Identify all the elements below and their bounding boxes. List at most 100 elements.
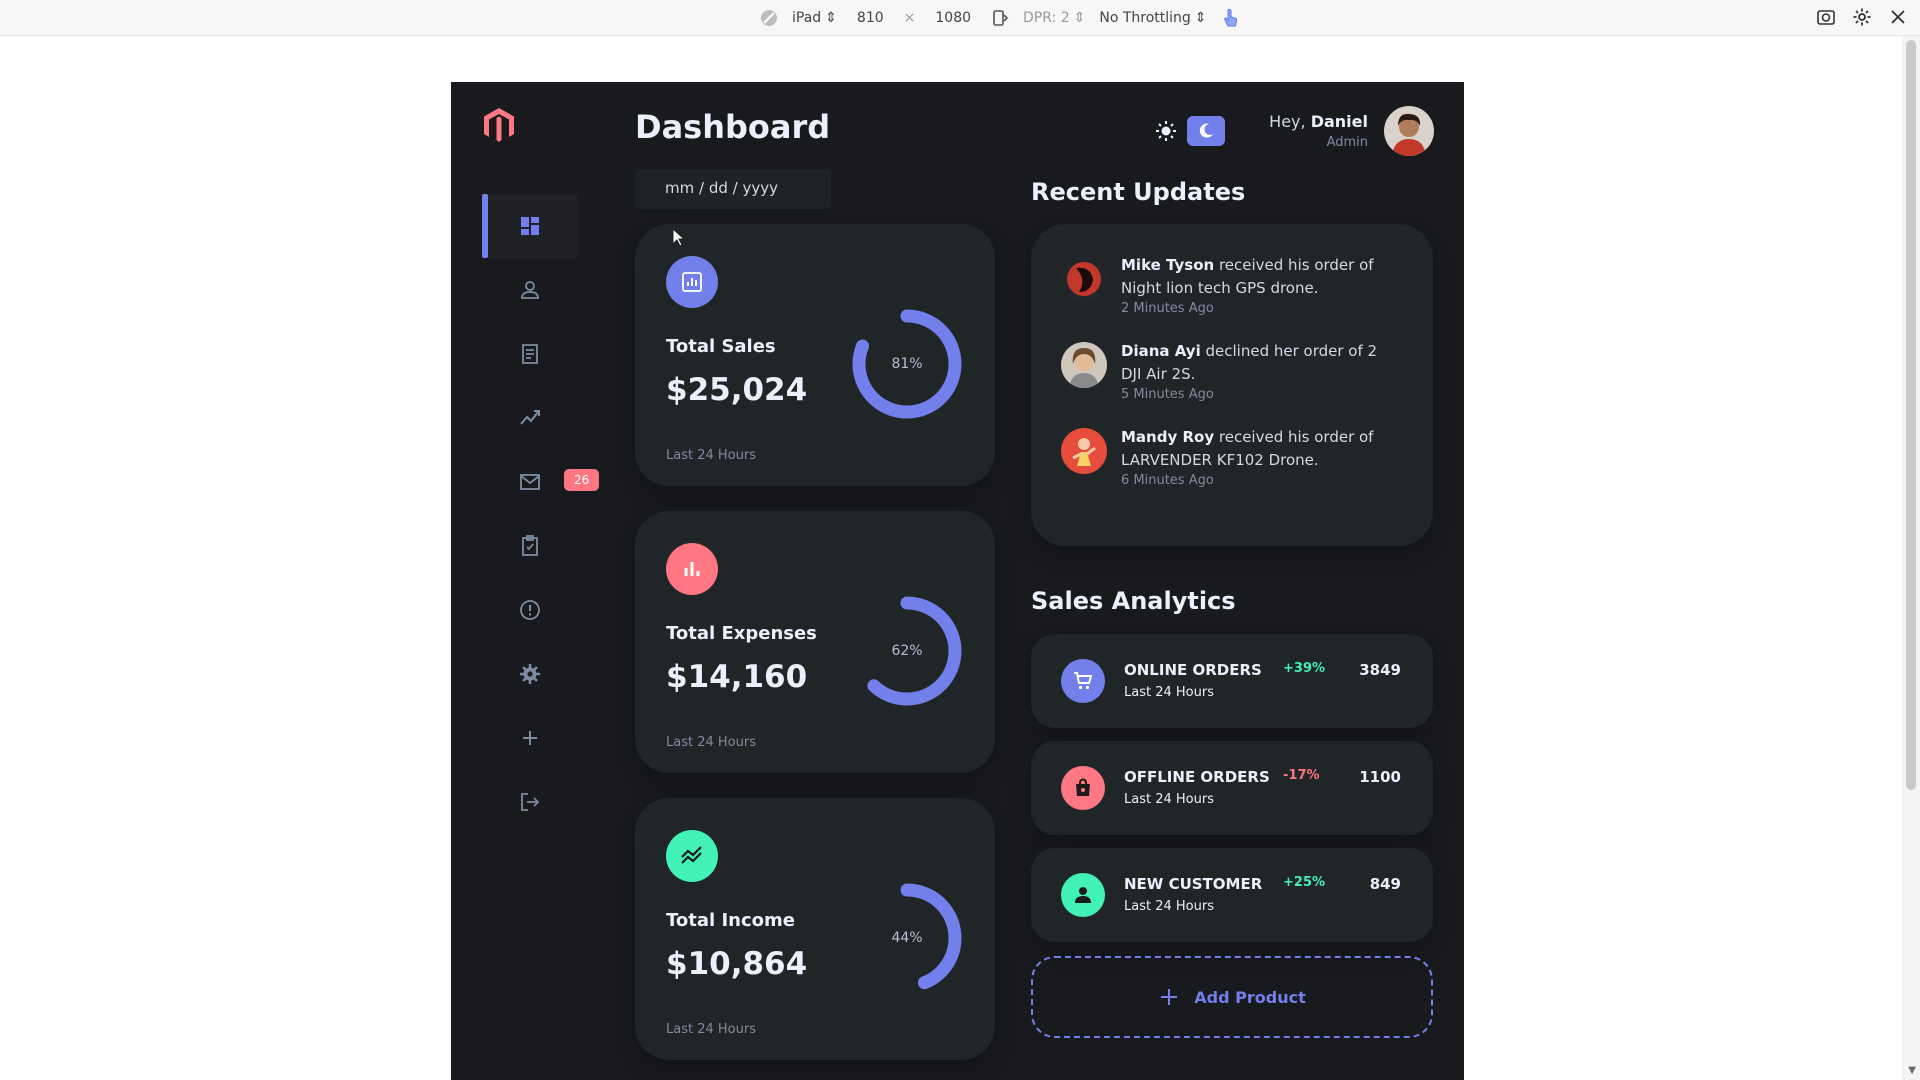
update-time: 5 Minutes Ago bbox=[1121, 387, 1214, 402]
mail-icon bbox=[520, 474, 540, 490]
sidebar: 26 bbox=[482, 194, 622, 834]
dpr-select[interactable]: DPR: 2 ⇕ bbox=[1023, 10, 1085, 26]
device-select-label: iPad bbox=[792, 10, 822, 26]
avatar[interactable] bbox=[1384, 106, 1434, 156]
analytics-sub: Last 24 Hours bbox=[1124, 899, 1214, 914]
online-orders-item[interactable]: ONLINE ORDERS Last 24 Hours +39% 3849 bbox=[1031, 634, 1433, 728]
card-label: Total Expenses bbox=[666, 623, 817, 644]
dark-mode-button[interactable] bbox=[1187, 116, 1226, 146]
card-meta: Last 24 Hours bbox=[666, 1022, 756, 1037]
analytics-value: 1100 bbox=[1359, 768, 1401, 786]
analytics-value: 3849 bbox=[1359, 661, 1401, 679]
chevron-updown-icon: ⇕ bbox=[825, 10, 837, 26]
card-amount: $14,160 bbox=[666, 659, 808, 695]
profile-info: Hey, Daniel Admin bbox=[1269, 112, 1368, 150]
shopping-cart-icon bbox=[1061, 659, 1105, 703]
total-sales-card[interactable]: Total Sales $25,024 81% Last 24 Hours bbox=[635, 224, 995, 486]
analytics-percent: +25% bbox=[1283, 875, 1326, 890]
analytics-title: OFFLINE ORDERS bbox=[1124, 768, 1270, 786]
card-meta: Last 24 Hours bbox=[666, 448, 756, 463]
sidebar-item-analytics[interactable] bbox=[482, 386, 622, 450]
bar-chart-icon bbox=[666, 543, 718, 595]
update-item[interactable]: Mike Tyson received his order of Night l… bbox=[1061, 254, 1403, 318]
insights-icon bbox=[520, 410, 540, 425]
greeting: Hey, Daniel bbox=[1269, 112, 1368, 131]
total-expenses-card[interactable]: Total Expenses $14,160 62% Last 24 Hours bbox=[635, 511, 995, 773]
moon-icon bbox=[1200, 123, 1214, 138]
add-icon bbox=[523, 731, 537, 745]
card-label: Total Sales bbox=[666, 336, 776, 357]
theme-toggle[interactable] bbox=[1155, 116, 1226, 146]
analytics-sub: Last 24 Hours bbox=[1124, 685, 1214, 700]
analytics-icon bbox=[666, 256, 718, 308]
offline-orders-item[interactable]: OFFLINE ORDERS Last 24 Hours -17% 1100 bbox=[1031, 741, 1433, 835]
scrollbar-thumb[interactable] bbox=[1906, 40, 1916, 790]
analytics-percent: +39% bbox=[1283, 661, 1326, 676]
viewport-width-input[interactable]: 810 bbox=[851, 10, 890, 26]
sidebar-item-dashboard[interactable] bbox=[482, 194, 578, 258]
chevron-updown-icon: ⇕ bbox=[1194, 10, 1207, 26]
recent-updates-panel: Mike Tyson received his order of Night l… bbox=[1031, 224, 1433, 546]
settings-icon[interactable] bbox=[1852, 7, 1872, 27]
sidebar-item-add[interactable] bbox=[482, 706, 622, 770]
sidebar-item-customers[interactable] bbox=[482, 258, 622, 322]
analytics-title: ONLINE ORDERS bbox=[1124, 661, 1262, 679]
new-customer-item[interactable]: NEW CUSTOMER Last 24 Hours +25% 849 bbox=[1031, 848, 1433, 942]
update-item[interactable]: Diana Ayi declined her order of 2 DJI Ai… bbox=[1061, 340, 1403, 404]
sidebar-item-logout[interactable] bbox=[482, 770, 622, 834]
person-icon bbox=[1061, 873, 1105, 917]
update-user-name: Diana Ayi bbox=[1121, 342, 1201, 360]
card-meta: Last 24 Hours bbox=[666, 735, 756, 750]
update-user-name: Mike Tyson bbox=[1121, 256, 1215, 274]
person-icon bbox=[521, 281, 539, 299]
progress-percent: 62% bbox=[891, 643, 923, 659]
greeting-prefix: Hey, bbox=[1269, 112, 1306, 131]
update-item[interactable]: Mandy Roy received his order of LARVENDE… bbox=[1061, 426, 1403, 490]
sidebar-item-messages[interactable]: 26 bbox=[482, 450, 622, 514]
dpr-label: DPR: 2 bbox=[1023, 10, 1070, 26]
throttling-label: No Throttling bbox=[1099, 10, 1191, 26]
add-icon bbox=[1161, 989, 1178, 1005]
stacked-line-chart-icon bbox=[666, 830, 718, 882]
brand-logo[interactable] bbox=[481, 106, 517, 148]
add-product-label: Add Product bbox=[1194, 987, 1306, 1007]
times-sign: × bbox=[903, 10, 916, 26]
grid-icon bbox=[521, 217, 539, 235]
dashboard-app: 26 Dashboard mm / dd / yyyy Hey, Daniel bbox=[451, 82, 1464, 1080]
sidebar-item-orders[interactable] bbox=[482, 322, 622, 386]
sales-analytics-title: Sales Analytics bbox=[1031, 587, 1236, 615]
mouse-cursor-icon bbox=[672, 227, 686, 252]
sun-icon[interactable] bbox=[1155, 120, 1177, 142]
messages-count-badge: 26 bbox=[564, 469, 600, 491]
user-role: Admin bbox=[1326, 135, 1368, 150]
sidebar-item-settings[interactable] bbox=[482, 642, 622, 706]
inventory-icon bbox=[522, 535, 538, 556]
rotate-icon[interactable] bbox=[991, 9, 1009, 27]
update-time: 2 Minutes Ago bbox=[1121, 301, 1214, 316]
devtools-disable-icon[interactable] bbox=[760, 9, 778, 27]
screenshot-icon[interactable] bbox=[1816, 7, 1836, 27]
recent-updates-title: Recent Updates bbox=[1031, 178, 1246, 206]
total-income-card[interactable]: Total Income $10,864 44% Last 24 Hours bbox=[635, 798, 995, 1060]
throttling-select[interactable]: No Throttling ⇕ bbox=[1099, 10, 1206, 26]
logout-icon bbox=[521, 793, 540, 811]
user-name: Daniel bbox=[1310, 112, 1368, 131]
scroll-down-icon[interactable]: ▼ bbox=[1908, 1065, 1916, 1076]
touch-icon[interactable] bbox=[1221, 8, 1239, 28]
date-input[interactable]: mm / dd / yyyy bbox=[635, 169, 831, 209]
page-title: Dashboard bbox=[635, 108, 831, 146]
header-right: Hey, Daniel Admin bbox=[1155, 106, 1434, 156]
report-icon bbox=[520, 600, 540, 620]
device-select[interactable]: iPad ⇕ bbox=[792, 10, 837, 26]
local-mall-icon bbox=[1061, 766, 1105, 810]
sidebar-item-reports[interactable] bbox=[482, 578, 622, 642]
analytics-sub: Last 24 Hours bbox=[1124, 792, 1214, 807]
receipt-icon bbox=[522, 344, 538, 364]
viewport-height-input[interactable]: 1080 bbox=[929, 10, 977, 26]
update-time: 6 Minutes Ago bbox=[1121, 473, 1214, 488]
sidebar-item-products[interactable] bbox=[482, 514, 622, 578]
add-product-button[interactable]: Add Product bbox=[1031, 956, 1433, 1038]
avatar bbox=[1061, 428, 1107, 474]
card-label: Total Income bbox=[666, 910, 795, 931]
close-icon[interactable] bbox=[1888, 7, 1908, 27]
